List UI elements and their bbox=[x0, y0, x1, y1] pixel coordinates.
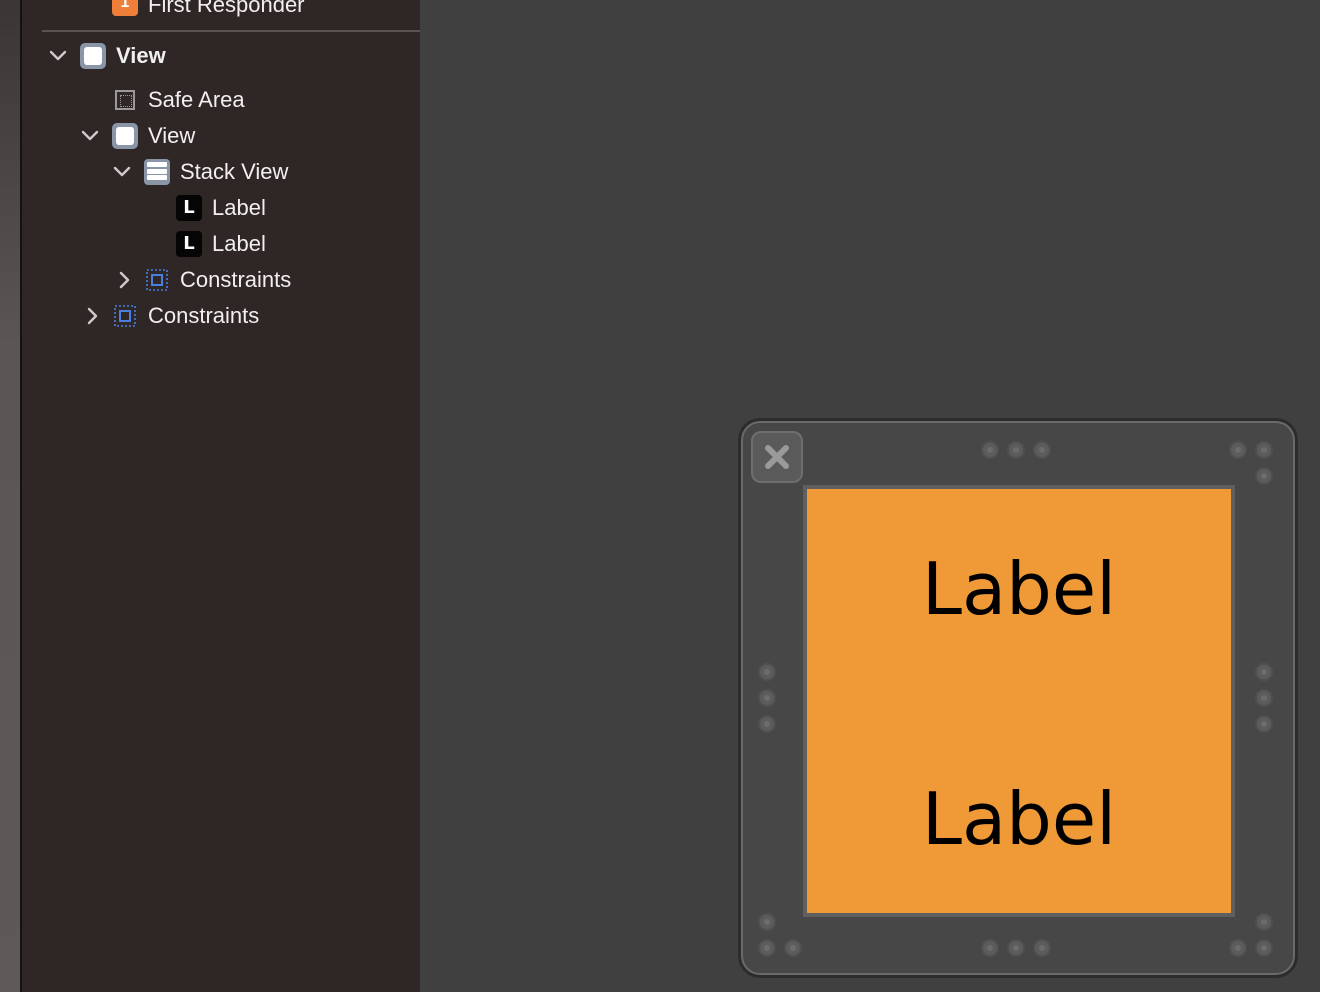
outline-item-label: Constraints bbox=[148, 303, 260, 328]
outline-item-label-2[interactable]: L Label bbox=[176, 229, 266, 259]
stack-view-icon bbox=[144, 159, 170, 185]
chevron-down-icon[interactable] bbox=[78, 124, 102, 148]
scene-close-button[interactable] bbox=[751, 431, 803, 483]
interface-builder-window: 1 First Responder View Safe Area View St… bbox=[0, 0, 1320, 992]
close-icon bbox=[765, 445, 789, 469]
outline-item-first-responder[interactable]: 1 First Responder bbox=[112, 0, 305, 20]
outline-item-label: Label bbox=[212, 231, 266, 256]
outline-item-constraints-outer[interactable]: Constraints bbox=[80, 301, 259, 331]
constraints-icon bbox=[112, 303, 138, 329]
resize-handle[interactable] bbox=[1229, 939, 1247, 957]
resize-handle[interactable] bbox=[1033, 939, 1051, 957]
outline-item-label: Stack View bbox=[180, 159, 289, 184]
label-icon: L bbox=[176, 195, 202, 221]
constraints-icon bbox=[144, 267, 170, 293]
outline-item-safe-area[interactable]: Safe Area bbox=[112, 85, 245, 115]
outline-item-view-root[interactable]: View bbox=[46, 41, 166, 71]
resize-handle[interactable] bbox=[758, 663, 776, 681]
chevron-right-icon[interactable] bbox=[80, 304, 104, 328]
outline-divider bbox=[42, 30, 420, 32]
outline-item-constraints-inner[interactable]: Constraints bbox=[112, 265, 291, 295]
canvas-label-top[interactable]: Label bbox=[807, 549, 1231, 629]
outline-item-label-1[interactable]: L Label bbox=[176, 193, 266, 223]
chevron-down-icon[interactable] bbox=[110, 160, 134, 184]
resize-handle[interactable] bbox=[1229, 441, 1247, 459]
design-canvas[interactable]: Label Label bbox=[420, 0, 1320, 992]
outline-item-label: View bbox=[116, 43, 166, 68]
resize-handle[interactable] bbox=[1255, 689, 1273, 707]
resize-handle[interactable] bbox=[1255, 939, 1273, 957]
resize-handle[interactable] bbox=[1255, 467, 1273, 485]
resize-handle[interactable] bbox=[1033, 441, 1051, 459]
first-responder-icon: 1 bbox=[112, 0, 138, 16]
canvas-label-bottom[interactable]: Label bbox=[807, 779, 1231, 859]
resize-handle[interactable] bbox=[1255, 913, 1273, 931]
view-icon bbox=[112, 123, 138, 149]
resize-handle[interactable] bbox=[758, 689, 776, 707]
resize-handle[interactable] bbox=[1007, 939, 1025, 957]
outline-item-label: Safe Area bbox=[148, 87, 245, 112]
outline-item-label: First Responder bbox=[148, 0, 305, 17]
resize-handle[interactable] bbox=[758, 939, 776, 957]
resize-handle[interactable] bbox=[981, 441, 999, 459]
resize-handle[interactable] bbox=[758, 715, 776, 733]
label-icon: L bbox=[176, 231, 202, 257]
view-icon bbox=[80, 43, 106, 69]
safe-area-icon bbox=[115, 90, 135, 110]
document-outline: 1 First Responder View Safe Area View St… bbox=[22, 0, 420, 992]
outline-item-label: Label bbox=[212, 195, 266, 220]
view-controller-scene[interactable]: Label Label bbox=[738, 418, 1298, 978]
outline-item-view-child[interactable]: View bbox=[78, 121, 195, 151]
resize-handle[interactable] bbox=[1255, 715, 1273, 733]
chevron-right-icon[interactable] bbox=[112, 268, 136, 292]
outline-item-stack-view[interactable]: Stack View bbox=[110, 157, 288, 187]
resize-handle[interactable] bbox=[981, 939, 999, 957]
chevron-down-icon[interactable] bbox=[46, 44, 70, 68]
resize-handle[interactable] bbox=[1255, 663, 1273, 681]
resize-handle[interactable] bbox=[1007, 441, 1025, 459]
resize-handle[interactable] bbox=[784, 939, 802, 957]
window-edge bbox=[0, 0, 20, 992]
outline-item-label: Constraints bbox=[180, 267, 292, 292]
resize-handle[interactable] bbox=[1255, 441, 1273, 459]
outline-item-label: View bbox=[148, 123, 196, 148]
resize-handle[interactable] bbox=[758, 913, 776, 931]
stack-view-canvas[interactable]: Label Label bbox=[803, 485, 1235, 917]
